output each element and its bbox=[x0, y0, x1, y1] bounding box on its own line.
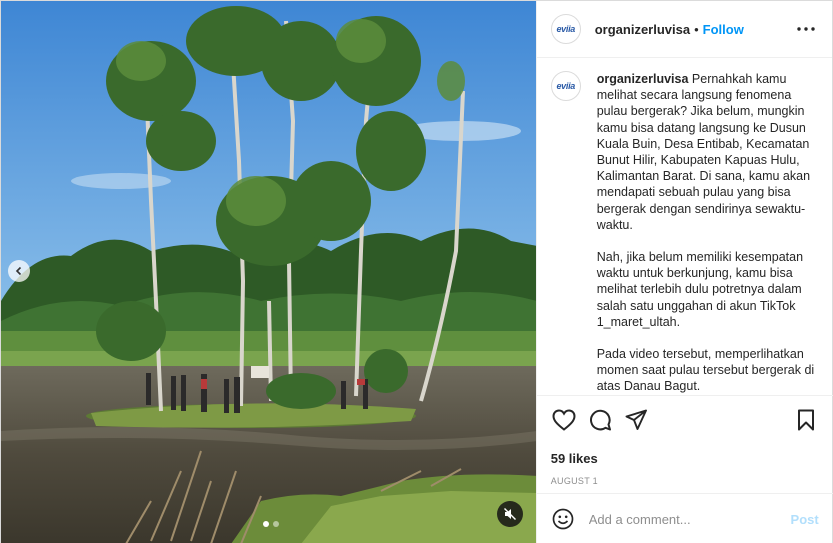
instagram-post: eviia organizerluvisa • Follow eviia org… bbox=[0, 0, 833, 543]
chevron-left-icon bbox=[15, 266, 22, 276]
post-sidebar: eviia organizerluvisa • Follow eviia org… bbox=[535, 1, 833, 543]
post-video[interactable] bbox=[1, 1, 536, 543]
post-header: eviia organizerluvisa • Follow bbox=[536, 1, 832, 58]
post-actions: 59 likes AUGUST 1 bbox=[536, 395, 833, 486]
carousel-dot bbox=[273, 521, 279, 527]
post-comment-button[interactable]: Post bbox=[791, 512, 819, 527]
caption-paragraph: organizerluvisa Pernahkah kamu melihat s… bbox=[597, 71, 817, 233]
follow-button[interactable]: Follow bbox=[703, 22, 744, 37]
caption-username-link[interactable]: organizerluvisa bbox=[597, 72, 689, 86]
avatar-logo: eviia bbox=[556, 24, 575, 34]
carousel-dot bbox=[263, 521, 269, 527]
more-options-button[interactable] bbox=[794, 17, 818, 41]
avatar[interactable]: eviia bbox=[550, 14, 581, 44]
add-comment-form: Post bbox=[536, 493, 833, 543]
smiley-icon bbox=[552, 508, 574, 530]
likes-count[interactable]: 59 likes bbox=[551, 451, 819, 466]
avatar-logo: eviia bbox=[556, 81, 575, 91]
comment-bubble-icon bbox=[589, 409, 611, 431]
action-icons bbox=[551, 406, 819, 434]
mute-button[interactable] bbox=[497, 501, 523, 527]
speaker-muted-icon bbox=[504, 508, 516, 520]
more-options-icon bbox=[797, 27, 815, 31]
username-link[interactable]: organizerluvisa bbox=[595, 22, 690, 37]
caption-paragraph-1: Pernahkah kamu melihat secara langsung f… bbox=[596, 72, 811, 232]
caption: eviia organizerluvisa Pernahkah kamu mel… bbox=[550, 71, 819, 395]
comment-button[interactable] bbox=[587, 407, 613, 433]
separator-dot: • bbox=[694, 21, 699, 37]
comments-area[interactable]: eviia organizerluvisa Pernahkah kamu mel… bbox=[537, 59, 833, 395]
emoji-button[interactable] bbox=[551, 507, 575, 531]
post-date[interactable]: AUGUST 1 bbox=[551, 476, 819, 486]
share-button[interactable] bbox=[623, 407, 649, 433]
save-button[interactable] bbox=[793, 407, 819, 433]
caption-paragraph-2: Nah, jika belum memiliki kesempatan wakt… bbox=[596, 250, 804, 329]
paper-plane-icon bbox=[625, 409, 647, 430]
bookmark-icon bbox=[797, 409, 814, 431]
video-frame-image bbox=[1, 1, 536, 543]
like-button[interactable] bbox=[551, 407, 577, 433]
carousel-indicator bbox=[263, 521, 279, 527]
caption-text: organizerluvisa Pernahkah kamu melihat s… bbox=[597, 71, 817, 395]
previous-slide-button[interactable] bbox=[8, 260, 30, 282]
caption-avatar[interactable]: eviia bbox=[550, 71, 581, 101]
comment-input[interactable] bbox=[588, 511, 779, 527]
caption-paragraph-3: Pada video tersebut, memperlihatkan mome… bbox=[596, 347, 815, 394]
heart-icon bbox=[552, 409, 576, 431]
